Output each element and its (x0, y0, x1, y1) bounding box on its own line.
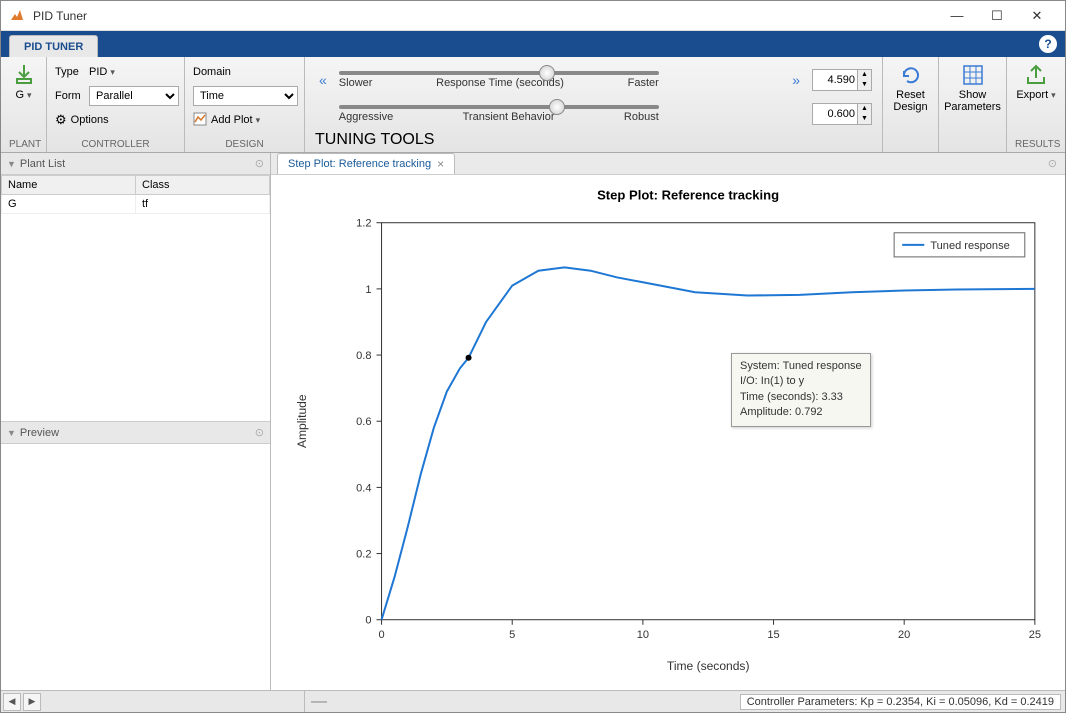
rt-faster: Faster (628, 77, 659, 89)
export-icon (1024, 63, 1048, 87)
svg-text:0.2: 0.2 (356, 549, 371, 561)
collapse-icon: ▼ (7, 428, 16, 438)
response-time-input[interactable] (813, 74, 857, 86)
group-design: DESIGN (193, 137, 296, 150)
transient-behavior-input[interactable] (813, 108, 857, 120)
svg-text:1: 1 (365, 284, 371, 296)
svg-text:20: 20 (898, 629, 910, 641)
window-title: PID Tuner (33, 9, 937, 23)
group-controller: CONTROLLER (55, 137, 176, 150)
svg-text:0.6: 0.6 (356, 416, 371, 428)
domain-select[interactable]: Time (193, 86, 298, 106)
show-parameters-button[interactable]: Show Parameters (938, 61, 1007, 115)
spin-up[interactable]: ▲ (857, 70, 871, 80)
ribbon: G PLANT Type PID Form Parallel ⚙ Options… (1, 57, 1065, 153)
scroll-right-button[interactable]: ▶ (23, 693, 41, 711)
transient-behavior-slider[interactable] (339, 105, 659, 109)
spin-up[interactable]: ▲ (857, 104, 871, 114)
grid-icon (961, 63, 985, 87)
left-panel: ▼ Plant List ⊙ Name Class G tf ▼ Preview… (1, 153, 271, 690)
svg-text:5: 5 (509, 629, 515, 641)
options-button[interactable]: ⚙ Options (55, 109, 109, 131)
statusbar: ◀ ▶ — Controller Parameters: Kp = 0.2354… (1, 690, 1065, 712)
svg-text:1.2: 1.2 (356, 218, 371, 230)
svg-text:10: 10 (637, 629, 649, 641)
plant-label: G (15, 89, 31, 101)
tab-pid-tuner[interactable]: PID TUNER (9, 35, 98, 57)
tab-strip: PID TUNER ? (1, 31, 1065, 57)
group-plant: PLANT (9, 137, 38, 150)
reset-design-button[interactable]: Reset Design (887, 61, 933, 115)
svg-text:0: 0 (365, 615, 371, 627)
plot-tabs: Step Plot: Reference tracking × ⊙ (271, 153, 1065, 175)
undo-icon (899, 63, 923, 87)
transient-behavior-spinner[interactable]: ▲▼ (812, 103, 872, 125)
panel-gear-icon[interactable]: ⊙ (1048, 157, 1057, 170)
plant-button[interactable]: G (6, 61, 42, 103)
matlab-logo-icon (9, 8, 25, 24)
plot-icon (193, 112, 207, 129)
svg-text:Step Plot: Reference tracking: Step Plot: Reference tracking (597, 188, 779, 203)
svg-text:0.8: 0.8 (356, 350, 371, 362)
response-time-spinner[interactable]: ▲▼ (812, 69, 872, 91)
svg-text:0: 0 (378, 629, 384, 641)
panel-gear-icon[interactable]: ⊙ (255, 426, 264, 439)
svg-text:Tuned response: Tuned response (930, 240, 1009, 252)
svg-text:Amplitude: Amplitude (295, 394, 309, 448)
chevron-left-icon[interactable]: « (315, 72, 331, 88)
scroll-left-button[interactable]: ◀ (3, 693, 21, 711)
close-button[interactable]: ✕ (1017, 2, 1057, 30)
add-plot-button[interactable]: Add Plot (193, 109, 260, 131)
svg-text:25: 25 (1029, 629, 1041, 641)
chevron-right-icon[interactable]: » (788, 72, 804, 88)
form-select[interactable]: Parallel (89, 86, 179, 106)
domain-label: Domain (193, 66, 231, 78)
titlebar: PID Tuner — ☐ ✕ (1, 1, 1065, 31)
svg-text:0.4: 0.4 (356, 482, 371, 494)
maximize-button[interactable]: ☐ (977, 2, 1017, 30)
svg-text:15: 15 (767, 629, 779, 641)
preview-header[interactable]: ▼ Preview ⊙ (1, 422, 270, 444)
import-icon (12, 63, 36, 87)
tb-mid: Transient Behavior (463, 111, 555, 123)
response-time-slider[interactable] (339, 71, 659, 75)
form-label: Form (55, 90, 85, 102)
tb-aggressive: Aggressive (339, 111, 393, 123)
minimize-button[interactable]: — (937, 2, 977, 30)
rt-slower: Slower (339, 77, 373, 89)
group-results: RESULTS (1015, 137, 1057, 150)
spin-down[interactable]: ▼ (857, 114, 871, 124)
group-tuning: TUNING TOOLS (315, 131, 872, 149)
preview-pane (1, 444, 270, 690)
data-tooltip: System: Tuned response I/O: In(1) to y T… (731, 353, 871, 427)
plot-tab[interactable]: Step Plot: Reference tracking × (277, 153, 455, 174)
gear-icon: ⚙ (55, 112, 67, 128)
spin-down[interactable]: ▼ (857, 80, 871, 90)
collapse-icon: ▼ (7, 159, 16, 169)
table-row[interactable]: G tf (2, 195, 270, 214)
col-name[interactable]: Name (2, 176, 136, 195)
close-tab-icon[interactable]: × (437, 157, 444, 171)
panel-gear-icon[interactable]: ⊙ (255, 157, 264, 170)
svg-text:Time (seconds): Time (seconds) (667, 659, 750, 673)
controller-parameters-status: Controller Parameters: Kp = 0.2354, Ki =… (740, 694, 1061, 710)
col-class[interactable]: Class (136, 176, 270, 195)
type-select[interactable]: PID (89, 66, 115, 78)
type-label: Type (55, 66, 85, 78)
plant-list-header[interactable]: ▼ Plant List ⊙ (1, 153, 270, 175)
plant-table: Name Class G tf (1, 175, 270, 214)
export-button[interactable]: Export (1010, 61, 1061, 103)
help-button[interactable]: ? (1039, 35, 1057, 53)
tb-robust: Robust (624, 111, 659, 123)
step-plot: Step Plot: Reference tracking05101520250… (271, 175, 1065, 693)
